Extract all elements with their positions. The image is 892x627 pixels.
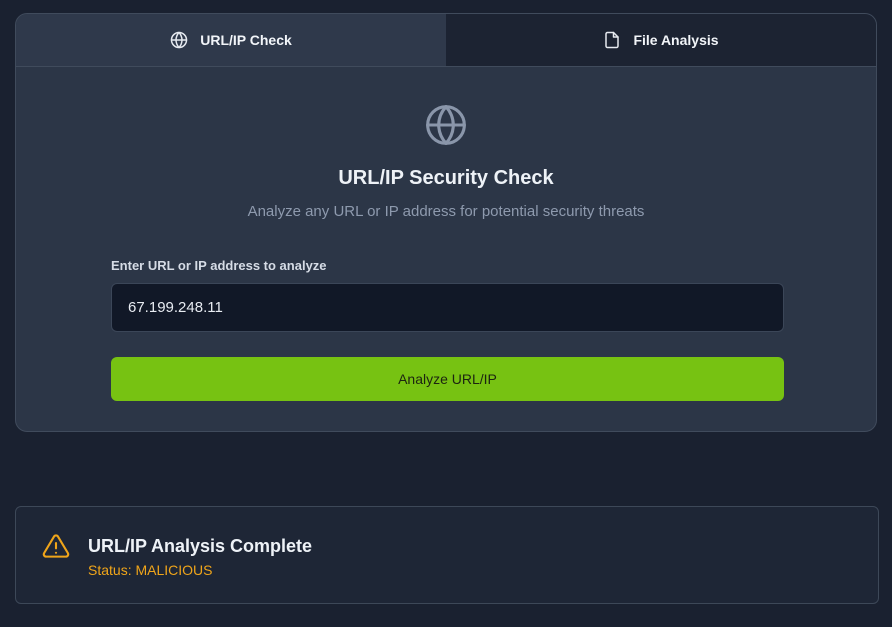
warning-icon xyxy=(42,533,70,559)
status-label: Status: xyxy=(88,562,132,578)
globe-icon xyxy=(424,103,468,147)
status-badge: MALICIOUS xyxy=(135,562,213,578)
tab-label: URL/IP Check xyxy=(200,32,292,48)
file-icon xyxy=(603,31,621,49)
tab-file-analysis[interactable]: File Analysis xyxy=(446,14,876,66)
result-title: URL/IP Analysis Complete xyxy=(88,536,313,556)
status-text: Status: MALICIOUS xyxy=(88,562,213,578)
tab-url-ip-check[interactable]: URL/IP Check xyxy=(16,14,446,66)
globe-icon xyxy=(170,31,188,49)
analyze-button[interactable]: Analyze URL/IP xyxy=(111,357,784,401)
url-field-label: Enter URL or IP address to analyze xyxy=(111,258,327,273)
result-card: URL/IP Analysis Complete Status: MALICIO… xyxy=(15,506,879,604)
tab-label: File Analysis xyxy=(633,32,719,48)
page-subtitle: Analyze any URL or IP address for potent… xyxy=(247,203,645,220)
url-check-card: URL/IP Check File Analysis URL/IP Securi… xyxy=(15,13,877,432)
url-input[interactable] xyxy=(111,283,784,332)
tab-bar: URL/IP Check File Analysis xyxy=(16,14,876,67)
page-title: URL/IP Security Check xyxy=(338,167,554,189)
